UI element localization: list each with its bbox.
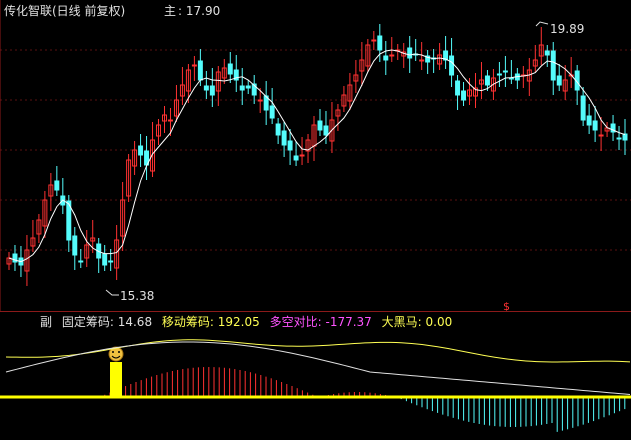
price-value: : 17.90 bbox=[178, 4, 221, 18]
candle-body bbox=[496, 73, 502, 76]
candle-body bbox=[377, 35, 383, 51]
candle-body bbox=[269, 105, 275, 119]
candle-body bbox=[227, 63, 233, 75]
candle-body bbox=[197, 60, 203, 81]
candle-body bbox=[293, 155, 299, 161]
high-marker-label: 19.89 bbox=[550, 22, 585, 36]
smiley-eye bbox=[118, 351, 120, 353]
low-marker-label: 15.38 bbox=[120, 289, 155, 303]
candle-body bbox=[544, 50, 550, 56]
candle-body bbox=[461, 90, 467, 101]
candlestick-chart[interactable] bbox=[0, 0, 631, 312]
candle-body bbox=[191, 64, 197, 67]
candle-body bbox=[281, 130, 287, 146]
smiley-eye bbox=[112, 351, 114, 353]
high-marker-arrow bbox=[535, 21, 549, 27]
candle-body bbox=[502, 70, 508, 73]
candle-body bbox=[275, 123, 281, 136]
candle-body bbox=[257, 99, 263, 102]
main-chart-panel[interactable]: 传化智联(日线 前复权) 主 : 17.90 19.89 15.38 $ bbox=[0, 0, 631, 313]
chart-title: 传化智联(日线 前复权) bbox=[4, 4, 126, 18]
candle-body bbox=[419, 59, 425, 62]
candle-body bbox=[580, 95, 586, 121]
candle-body bbox=[407, 47, 413, 59]
candle-body bbox=[54, 180, 60, 191]
price-value-number: 17.90 bbox=[185, 4, 221, 18]
candle-body bbox=[299, 154, 305, 157]
candle-body bbox=[586, 115, 592, 126]
fixed-chips-line bbox=[5, 341, 631, 395]
candle-body bbox=[598, 134, 604, 137]
candle-body bbox=[550, 50, 556, 81]
legend-bull-bear-ratio: 多空对比: -177.37 bbox=[269, 315, 372, 329]
candle-body bbox=[317, 120, 323, 131]
candle-body bbox=[592, 120, 598, 131]
candle-body bbox=[455, 80, 461, 96]
price-label: 主 bbox=[164, 4, 177, 18]
candle-body bbox=[239, 85, 245, 91]
indicator-legend: 副 固定筹码: 14.68 移动筹码: 192.05 多空对比: -177.37… bbox=[40, 315, 452, 329]
legend-dark-horse: 大黑马: 0.00 bbox=[381, 315, 453, 329]
legend-moving-chips: 移动筹码: 192.05 bbox=[161, 315, 260, 329]
dark-horse-bar bbox=[110, 362, 122, 397]
candle-body bbox=[371, 39, 377, 42]
indicator-chart[interactable] bbox=[0, 312, 631, 440]
candle-body bbox=[287, 140, 293, 151]
candle-body bbox=[245, 85, 251, 89]
candle-body bbox=[203, 85, 209, 91]
candle-body bbox=[108, 260, 114, 263]
moving-average-line bbox=[8, 49, 626, 263]
candle-body bbox=[209, 85, 215, 96]
candle-body bbox=[556, 75, 562, 86]
candle-body bbox=[622, 133, 628, 141]
candle-body bbox=[484, 75, 490, 86]
candle-body bbox=[449, 55, 455, 76]
low-marker-arrow bbox=[105, 289, 119, 296]
candle-body bbox=[383, 55, 389, 61]
candle-body bbox=[616, 137, 622, 140]
candle-body bbox=[102, 253, 108, 266]
candle-body bbox=[78, 260, 84, 263]
legend-fixed-chips: 固定筹码: 14.68 bbox=[61, 315, 153, 329]
sub-label: 副 bbox=[40, 315, 53, 329]
candle-body bbox=[72, 235, 78, 256]
candle-body bbox=[167, 119, 173, 122]
candle-body bbox=[138, 145, 144, 156]
indicator-panel[interactable]: 副 固定筹码: 14.68 移动筹码: 192.05 多空对比: -177.37… bbox=[0, 312, 631, 440]
candle-body bbox=[323, 125, 329, 136]
candle-body bbox=[389, 54, 395, 57]
